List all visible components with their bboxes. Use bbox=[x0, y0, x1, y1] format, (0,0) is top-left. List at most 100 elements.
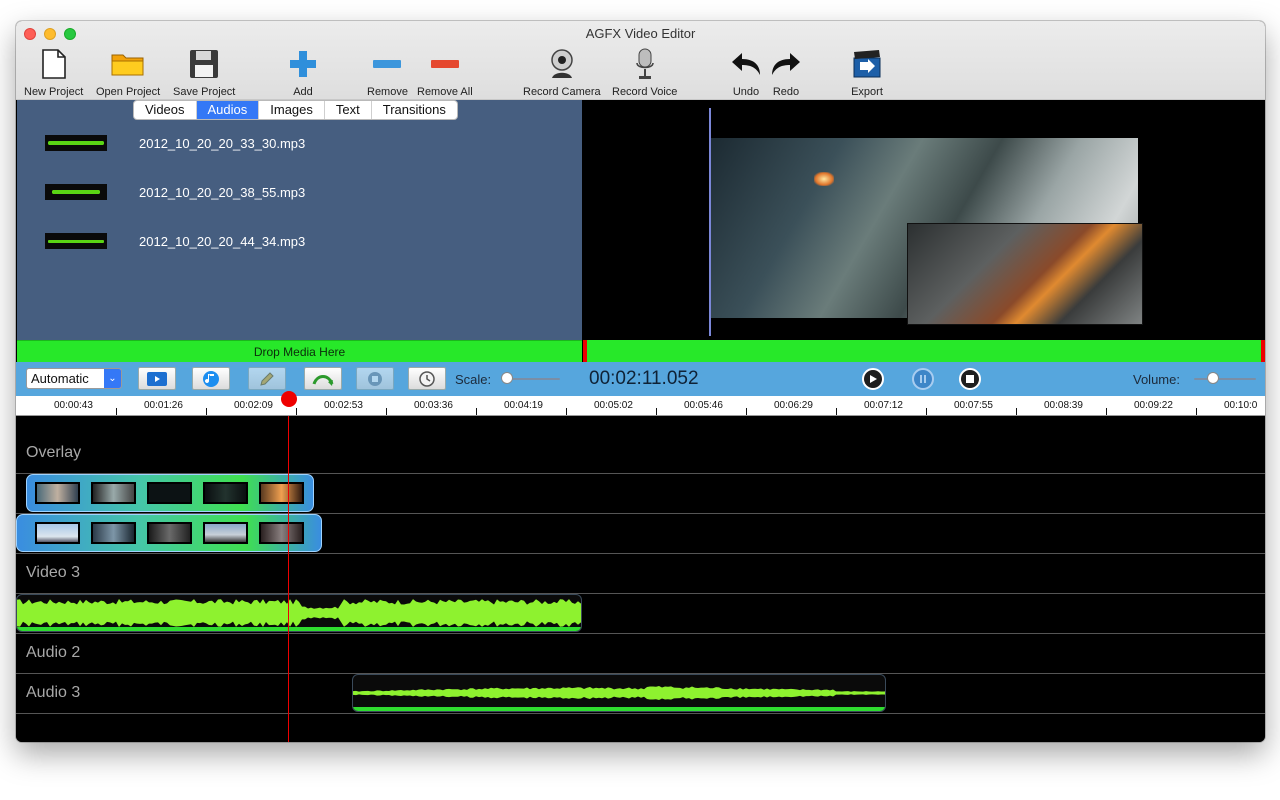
audio-clip[interactable] bbox=[352, 674, 886, 712]
speed-button[interactable] bbox=[408, 367, 446, 390]
media-library-panel: Videos Audios Images Text Transitions 20… bbox=[17, 100, 582, 340]
controls-bar: Automatic ⌄ Scale: 00:02:11.052 Volume: bbox=[16, 362, 1265, 396]
clip-frame bbox=[259, 482, 304, 504]
add-label: Add bbox=[293, 86, 313, 98]
remove-button[interactable]: Remove bbox=[367, 47, 408, 98]
preview-cursor-line bbox=[709, 108, 711, 336]
folder-icon bbox=[111, 47, 145, 81]
transition-button[interactable] bbox=[304, 367, 342, 390]
ruler-tick-mark bbox=[656, 408, 657, 415]
ruler-tick-mark bbox=[116, 408, 117, 415]
preview-explosion-highlight bbox=[814, 172, 834, 186]
video-clip[interactable] bbox=[26, 474, 314, 512]
ruler-tick-mark bbox=[1106, 408, 1107, 415]
clip-frame bbox=[203, 522, 248, 544]
video-clip[interactable] bbox=[16, 514, 322, 552]
audio-clip-bar bbox=[353, 707, 885, 711]
ruler-tick-mark bbox=[476, 408, 477, 415]
tab-audios[interactable]: Audios bbox=[196, 101, 260, 119]
clock-icon bbox=[419, 370, 435, 387]
record-voice-button[interactable]: Record Voice bbox=[612, 47, 677, 98]
ruler-tick-label: 00:00:43 bbox=[54, 400, 93, 411]
ruler-tick-label: 00:07:55 bbox=[954, 400, 993, 411]
ruler-tick-mark bbox=[746, 408, 747, 415]
record-camera-label: Record Camera bbox=[523, 86, 601, 98]
tab-transitions[interactable]: Transitions bbox=[372, 101, 457, 119]
progress-end-marker[interactable] bbox=[1261, 340, 1265, 362]
play-icon bbox=[870, 375, 877, 383]
save-project-button[interactable]: Save Project bbox=[173, 47, 235, 98]
play-button[interactable] bbox=[862, 368, 884, 390]
drop-media-zone[interactable]: Drop Media Here bbox=[17, 340, 582, 362]
minus-icon bbox=[370, 47, 404, 81]
audio-waveform-thumbnail bbox=[45, 233, 107, 249]
ruler-tick-mark bbox=[566, 408, 567, 415]
track-label-overlay: Overlay bbox=[26, 444, 82, 461]
tab-videos[interactable]: Videos bbox=[134, 101, 197, 119]
tab-text[interactable]: Text bbox=[325, 101, 372, 119]
track-empty bbox=[16, 714, 1265, 742]
track-audio-3: Audio 3 bbox=[16, 674, 1265, 714]
stop-button[interactable] bbox=[959, 368, 981, 390]
pause-button[interactable] bbox=[912, 368, 934, 390]
playhead-handle[interactable] bbox=[281, 391, 297, 407]
ruler-tick-label: 00:03:36 bbox=[414, 400, 453, 411]
track-label-audio-3: Audio 3 bbox=[26, 684, 81, 701]
ruler-tick-mark bbox=[926, 408, 927, 415]
crop-button[interactable] bbox=[356, 367, 394, 390]
list-item[interactable]: 2012_10_20_20_33_30.mp3 bbox=[45, 135, 305, 151]
track-overlay-clips bbox=[16, 474, 1265, 514]
progress-start-marker[interactable] bbox=[583, 340, 587, 362]
media-tabs: Videos Audios Images Text Transitions bbox=[133, 100, 458, 120]
music-note-icon bbox=[203, 370, 219, 387]
ruler-tick-mark bbox=[1196, 408, 1197, 415]
ruler-tick-label: 00:04:19 bbox=[504, 400, 543, 411]
ruler-tick-label: 00:05:46 bbox=[684, 400, 723, 411]
media-item-name: 2012_10_20_20_38_55.mp3 bbox=[139, 184, 306, 200]
scale-slider-knob[interactable] bbox=[500, 372, 513, 384]
clip-frame bbox=[259, 522, 304, 544]
clip-frame bbox=[35, 522, 80, 544]
app-window: AGFX Video Editor New Project Open Proje… bbox=[16, 21, 1265, 742]
add-audio-clip-button[interactable] bbox=[192, 367, 230, 390]
new-document-icon bbox=[37, 47, 71, 81]
new-project-label: New Project bbox=[24, 86, 84, 98]
record-camera-button[interactable]: Record Camera bbox=[523, 47, 601, 98]
edit-clip-button[interactable] bbox=[248, 367, 286, 390]
open-project-label: Open Project bbox=[96, 86, 161, 98]
ruler-tick-label: 00:09:22 bbox=[1134, 400, 1173, 411]
ruler-tick-label: 00:02:09 bbox=[234, 400, 273, 411]
remove-all-button[interactable]: Remove All bbox=[417, 47, 473, 98]
remove-all-label: Remove All bbox=[417, 86, 473, 98]
ruler-tick-mark bbox=[206, 408, 207, 415]
mode-select-value: Automatic bbox=[31, 371, 89, 386]
volume-slider[interactable] bbox=[1194, 378, 1256, 380]
list-item[interactable]: 2012_10_20_20_44_34.mp3 bbox=[45, 233, 305, 249]
add-button[interactable]: Add bbox=[286, 47, 320, 98]
list-item[interactable]: 2012_10_20_20_38_55.mp3 bbox=[45, 184, 305, 200]
open-project-button[interactable]: Open Project bbox=[96, 47, 160, 98]
redo-button[interactable]: Redo bbox=[769, 47, 803, 98]
ruler-tick-mark bbox=[386, 408, 387, 415]
audio-clip[interactable] bbox=[16, 594, 582, 632]
clip-frame bbox=[35, 482, 80, 504]
timeline-ruler[interactable]: 00:00:43 00:01:26 00:02:09 00:02:53 00:03:36… bbox=[16, 396, 1265, 416]
waveform-shape bbox=[17, 599, 581, 627]
undo-button[interactable]: Undo bbox=[729, 47, 763, 98]
export-button[interactable]: Export bbox=[850, 47, 884, 98]
playhead-line[interactable] bbox=[288, 416, 289, 742]
audio-waveform-thumbnail bbox=[45, 184, 107, 200]
media-item-name: 2012_10_20_20_44_34.mp3 bbox=[139, 233, 306, 249]
tab-images[interactable]: Images bbox=[259, 101, 325, 119]
clip-frame bbox=[91, 522, 136, 544]
webcam-icon bbox=[545, 47, 579, 81]
ruler-tick-label: 00:05:02 bbox=[594, 400, 633, 411]
mode-select[interactable]: Automatic ⌄ bbox=[26, 368, 122, 389]
volume-slider-knob[interactable] bbox=[1206, 372, 1219, 384]
new-project-button[interactable]: New Project bbox=[24, 47, 83, 98]
audio-waveform-thumbnail bbox=[45, 135, 107, 151]
add-video-clip-button[interactable] bbox=[138, 367, 176, 390]
preview-frame-overlay bbox=[907, 223, 1143, 325]
preview-progress-bar[interactable] bbox=[583, 340, 1265, 362]
track-label-video-3: Video 3 bbox=[26, 564, 80, 581]
